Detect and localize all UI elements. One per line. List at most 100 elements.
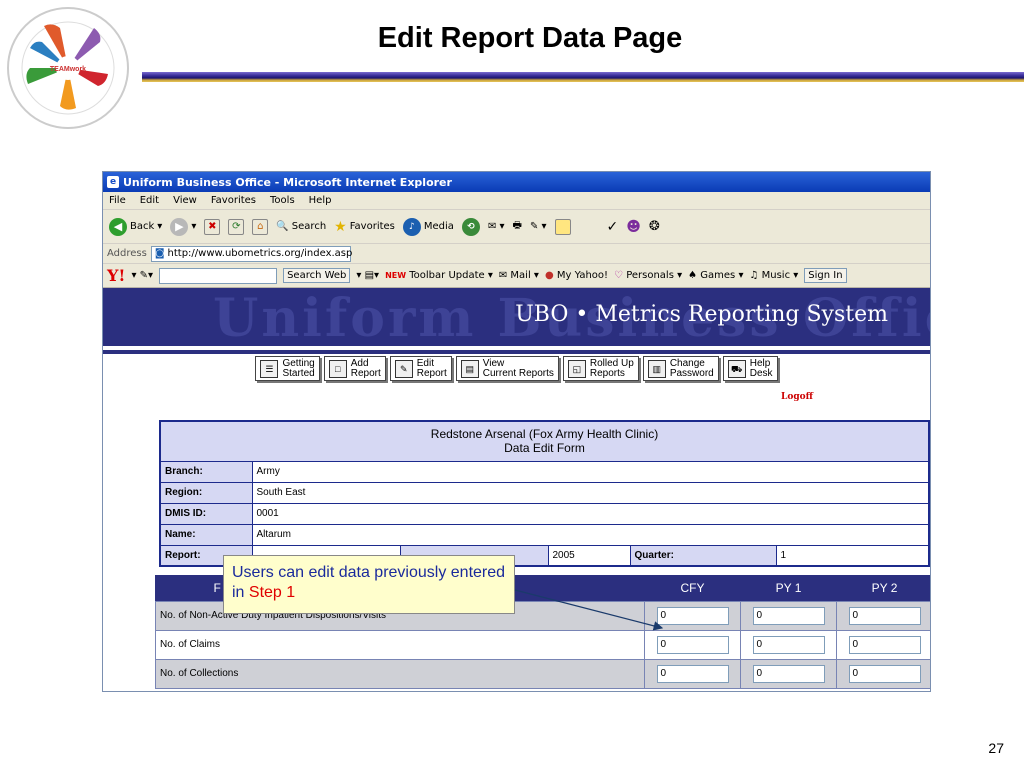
callout-box: Users can edit data previously entered i… — [223, 555, 515, 614]
py2-input[interactable]: 0 — [848, 606, 921, 625]
nav-label-line2: Password — [669, 367, 714, 379]
games-icon: ♠ — [688, 270, 698, 281]
py2-input[interactable]: 0 — [848, 635, 921, 654]
value-cell: 0 — [644, 658, 741, 689]
dmis-id-label: DMIS ID: — [159, 502, 253, 525]
column-py1: PY 1 — [775, 580, 802, 595]
yahoo-toolbar: Y! ▾ ✎▾ Search Web ▾ ▤▾ NEW Toolbar Upda… — [103, 264, 930, 288]
document-icon: ☰ — [260, 359, 279, 378]
value-cell: 0 — [836, 658, 930, 689]
fy-value: 2005 — [547, 544, 631, 567]
games-button[interactable]: ♠ Games ▾ — [688, 270, 743, 281]
logoff-link[interactable]: Logoff — [781, 392, 813, 402]
toolbar-update-button[interactable]: NEW Toolbar Update ▾ — [385, 270, 493, 281]
branch-value: Army — [251, 460, 930, 483]
menu-edit[interactable]: Edit — [140, 195, 159, 206]
address-input[interactable]: ◙ http://www.ubometrics.org/index.asp — [150, 245, 352, 262]
table-row: No. of Collections 0 0 0 — [155, 658, 930, 689]
form-heading: Redstone Arsenal (Fox Army Health Clinic… — [159, 420, 930, 462]
messenger-icon[interactable]: ☻ — [626, 219, 641, 235]
nav-label: Change Password — [669, 358, 714, 379]
mail-button[interactable]: ✉ Mail ▾ — [499, 270, 539, 281]
yahoo-logo[interactable]: Y! — [107, 266, 125, 285]
menu-bar: File Edit View Favorites Tools Help — [103, 192, 930, 210]
value-cell: 0 — [836, 600, 930, 631]
my-yahoo-button[interactable]: ● My Yahoo! — [545, 270, 608, 281]
menu-tools[interactable]: Tools — [270, 195, 295, 206]
media-button[interactable]: ♪ Media — [402, 217, 454, 236]
music-button[interactable]: ♫ Music ▾ — [749, 270, 798, 281]
back-button[interactable]: ◀ Back ▾ — [109, 217, 162, 236]
nav-rolled-up-reports[interactable]: ◱ Rolled Up Reports — [562, 356, 639, 381]
menu-help[interactable]: Help — [309, 195, 332, 206]
region-value: South East — [251, 481, 930, 504]
personals-button[interactable]: ♡ Personals ▾ — [614, 270, 682, 281]
edit-icon[interactable]: ✎ ▾ — [530, 221, 547, 232]
nav-label-line2: Reports — [589, 367, 625, 379]
py1-input[interactable]: 0 — [752, 606, 825, 625]
banner-strip — [103, 350, 930, 354]
discuss-icon[interactable] — [554, 218, 571, 235]
nav-label: Getting Started — [282, 358, 315, 379]
forward-arrow-icon: ▶ — [170, 217, 189, 236]
yahoo-search-input[interactable] — [159, 267, 278, 284]
site-nav: ☰ Getting Started □ Add Report ✎ Edit Repor… — [103, 356, 930, 381]
sign-in-button[interactable]: Sign In — [804, 268, 847, 283]
nav-label: View Current Reports — [483, 358, 554, 379]
region-label: Region: — [159, 481, 253, 504]
form-heading-facility: Redstone Arsenal (Fox Army Health Clinic… — [430, 427, 659, 442]
games-label: Games — [700, 270, 736, 281]
menu-favorites[interactable]: Favorites — [211, 195, 256, 206]
home-icon[interactable]: ⌂ — [252, 218, 269, 235]
value-cell: 0 — [644, 600, 741, 631]
my-yahoo-icon: ● — [544, 270, 554, 281]
nav-add-report[interactable]: □ Add Report — [323, 356, 386, 381]
nav-label: Help Desk — [749, 358, 773, 379]
nav-label-line2: Started — [282, 367, 315, 379]
new-badge: NEW — [385, 271, 407, 280]
checkmark-icon[interactable]: ✓ — [607, 219, 619, 235]
browser-titlebar: e Uniform Business Office - Microsoft In… — [103, 172, 930, 192]
nav-help-desk[interactable]: ⛟ Help Desk — [722, 356, 778, 381]
nav-label-line2: Desk — [749, 367, 773, 379]
report-icon: ▤ — [460, 359, 479, 378]
favorites-button[interactable]: ★ Favorites — [334, 219, 395, 235]
nav-edit-report[interactable]: ✎ Edit Report — [389, 356, 452, 381]
browser-toolbar: ◀ Back ▾ ▶ ▾ ✖ ⟳ ⌂ 🔍 Search ★ Favorites … — [103, 210, 930, 244]
cfy-input[interactable]: 0 — [656, 606, 729, 625]
media-icon: ♪ — [402, 217, 421, 236]
py2-input[interactable]: 0 — [848, 664, 921, 683]
row-label: No. of Collections — [155, 658, 645, 689]
quarter-label: Quarter: — [629, 544, 777, 567]
py1-input[interactable]: 0 — [752, 664, 825, 683]
forward-button[interactable]: ▶ ▾ — [170, 217, 196, 236]
music-icon: ♫ — [749, 270, 759, 281]
value-cell: 0 — [644, 629, 741, 660]
print-icon[interactable]: 🖶 — [513, 218, 522, 235]
toolbar-update-label: Toolbar Update — [409, 270, 485, 281]
value-cell: 0 — [740, 629, 837, 660]
menu-file[interactable]: File — [109, 195, 126, 206]
research-icon[interactable]: ❂ — [649, 219, 660, 234]
table-row: No. of Claims 0 0 0 — [155, 629, 930, 660]
dmis-id-value: 0001 — [251, 502, 930, 525]
cfy-input[interactable]: 0 — [656, 635, 729, 654]
search-button[interactable]: 🔍 Search — [276, 221, 326, 232]
yahoo-options-icon[interactable]: ▾ ▤▾ — [356, 270, 379, 281]
page-number: 27 — [988, 740, 1004, 756]
cfy-input[interactable]: 0 — [656, 664, 729, 683]
window-title: Uniform Business Office - Microsoft Inte… — [123, 175, 452, 189]
banner-title: UBO • Metrics Reporting System — [515, 302, 888, 327]
menu-view[interactable]: View — [173, 195, 197, 206]
history-icon[interactable]: ⟲ — [461, 217, 480, 236]
stop-icon[interactable]: ✖ — [204, 218, 221, 235]
refresh-icon[interactable]: ⟳ — [228, 218, 245, 235]
nav-change-password[interactable]: ▥ Change Password — [642, 356, 719, 381]
mail-icon[interactable]: ✉ ▾ — [488, 221, 505, 232]
yahoo-dropdown-icon[interactable]: ▾ ✎▾ — [131, 270, 153, 281]
nav-view-current-reports[interactable]: ▤ View Current Reports — [455, 356, 559, 381]
py1-input[interactable]: 0 — [752, 635, 825, 654]
personals-label: Personals — [626, 270, 674, 281]
search-web-button[interactable]: Search Web — [283, 268, 351, 283]
nav-getting-started[interactable]: ☰ Getting Started — [255, 356, 320, 381]
